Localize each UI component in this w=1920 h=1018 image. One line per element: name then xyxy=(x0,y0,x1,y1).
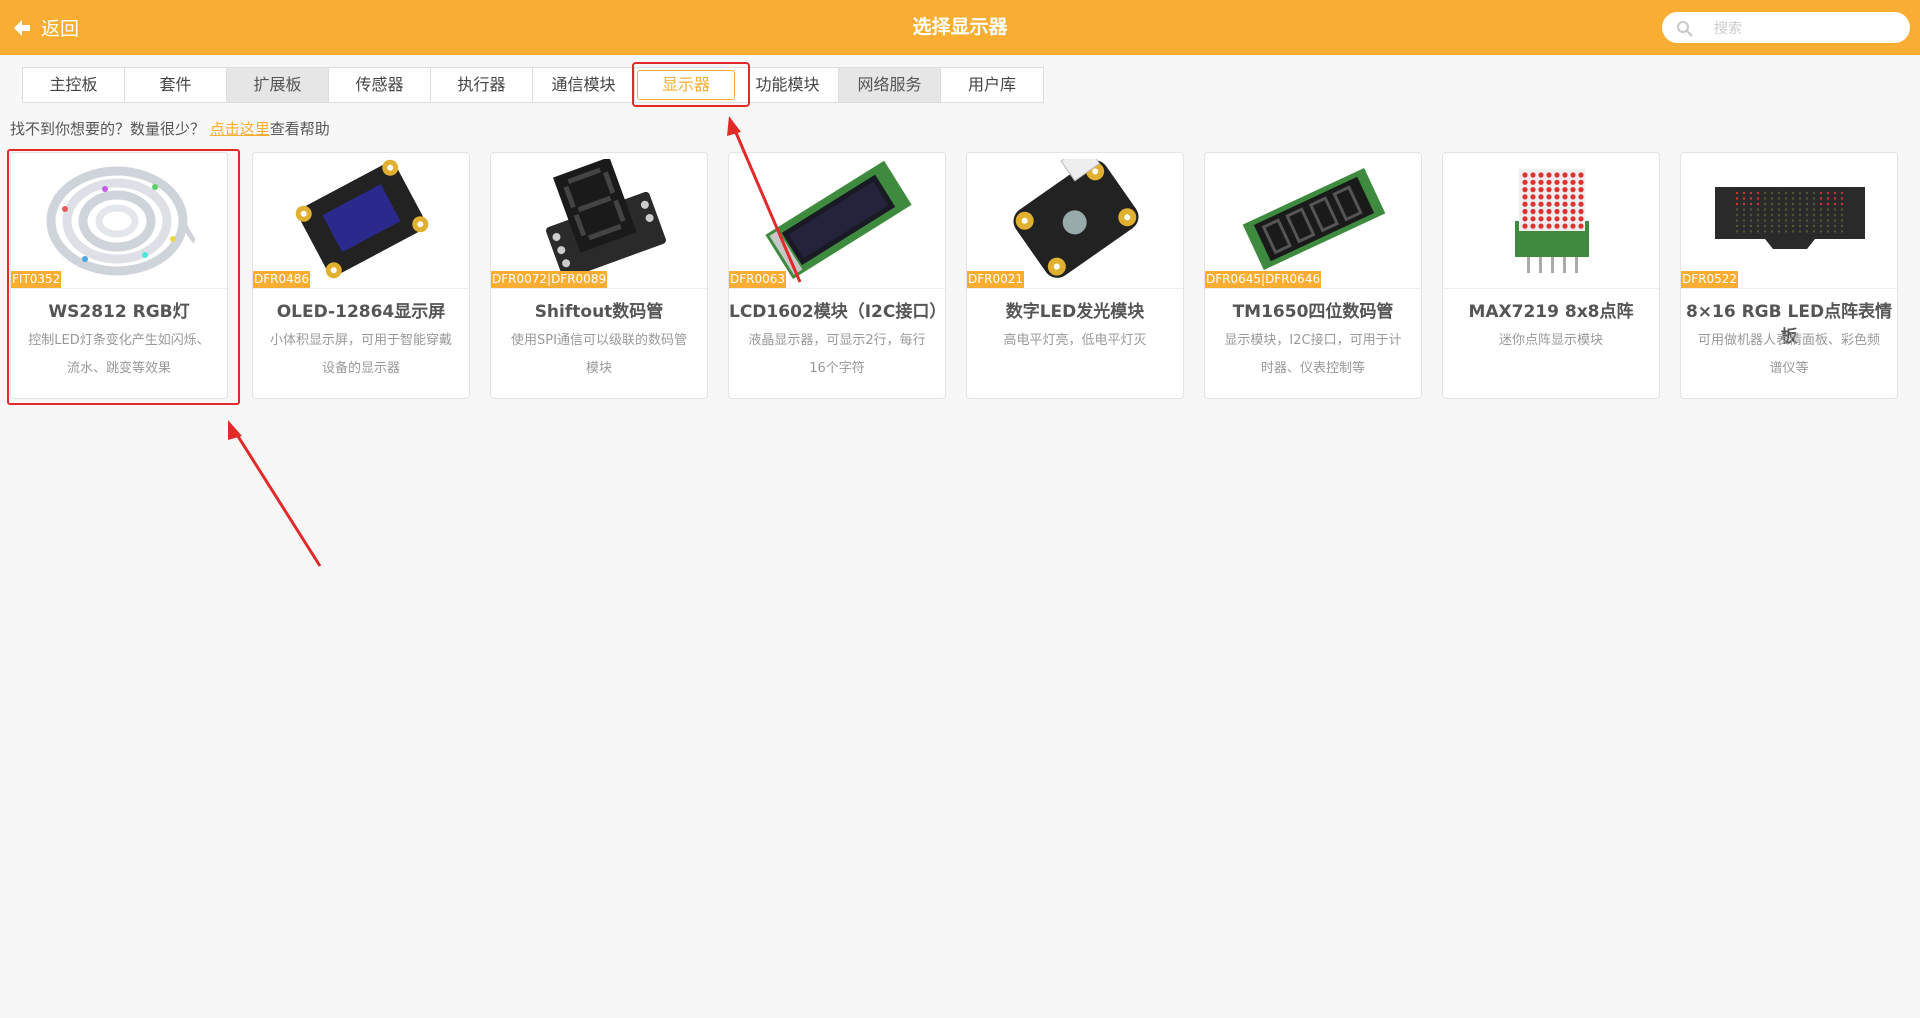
help-text: 找不到你想要的？数量很少？ 点击这里查看帮助 xyxy=(10,118,330,139)
card-title: Shiftout数码管 xyxy=(534,302,664,322)
tab-displays[interactable]: 显示器 xyxy=(637,70,735,100)
tab-main-board[interactable]: 主控板 xyxy=(23,68,125,102)
product-card-lcd1602[interactable]: DFR0063 LCD1602模块（I2C接口） 液晶显示器，可显示2行，每行1… xyxy=(728,152,946,399)
product-card-digital-led[interactable]: DFR0021 数字LED发光模块 高电平灯亮，低电平灯灭 xyxy=(966,152,1184,399)
tab-expansion-board[interactable]: 扩展板 xyxy=(227,68,329,102)
product-image: FIT0352 xyxy=(11,153,227,289)
sku-badge: FIT0352 xyxy=(11,271,62,288)
product-card-shiftout[interactable]: DFR0072|DFR0089 Shiftout数码管 使用SPI通信可以级联的… xyxy=(490,152,708,399)
help-suffix: 查看帮助 xyxy=(269,120,330,138)
search-box[interactable] xyxy=(1662,12,1910,45)
product-image xyxy=(1443,153,1659,289)
product-image: DFR0021 xyxy=(967,153,1183,289)
tab-network-services[interactable]: 网络服务 xyxy=(839,68,941,102)
card-description: 小体积显示屏，可用于智能穿戴设备的显示器 xyxy=(269,333,452,376)
card-title: 数字LED发光模块 xyxy=(1005,302,1145,322)
product-card-max7219[interactable]: MAX7219 8x8点阵 迷你点阵显示模块 xyxy=(1442,152,1660,399)
tab-communication[interactable]: 通信模块 xyxy=(533,68,635,102)
search-input[interactable] xyxy=(1712,12,1901,45)
card-description: 控制LED灯条变化产生如闪烁、流水、跳变等效果 xyxy=(28,333,210,376)
card-description: 液晶显示器，可显示2行，每行16个字符 xyxy=(748,333,926,376)
tab-user-library[interactable]: 用户库 xyxy=(941,68,1043,102)
card-title: MAX7219 8x8点阵 xyxy=(1468,302,1634,322)
product-card-rgb-matrix[interactable]: DFR0522 8×16 RGB LED点阵表情板 可用做机器人表情面板、彩色频… xyxy=(1680,152,1898,399)
product-image: DFR0063 xyxy=(729,153,945,289)
card-description: 显示模块，I2C接口，可用于计时器、仪表控制等 xyxy=(1224,333,1402,376)
sku-badge: DFR0063 xyxy=(729,271,787,288)
card-description: 迷你点阵显示模块 xyxy=(1498,333,1603,348)
page-title: 选择显示器 xyxy=(912,16,1008,38)
arrow-head-icon xyxy=(727,116,741,136)
category-tabs: 主控板 套件 扩展板 传感器 执行器 通信模块 显示器 功能模块 网络服务 用户… xyxy=(22,67,1044,103)
product-image: DFR0645|DFR0646 xyxy=(1205,153,1421,289)
four-digit-display-icon xyxy=(1242,168,1386,270)
oled-module-icon xyxy=(295,159,429,279)
sku-badge: DFR0645|DFR0646 xyxy=(1205,271,1322,288)
card-title: TM1650四位数码管 xyxy=(1232,302,1394,322)
product-card-tm1650[interactable]: DFR0645|DFR0646 TM1650四位数码管 显示模块，I2C接口，可… xyxy=(1204,152,1422,399)
product-image: DFR0522 xyxy=(1681,153,1897,289)
product-card-ws2812[interactable]: FIT0352 WS2812 RGB灯 控制LED灯条变化产生如闪烁、流水、跳变… xyxy=(10,152,228,399)
arrow-head-icon xyxy=(228,420,242,440)
product-image: DFR0486 xyxy=(253,153,469,289)
led-matrix-panel-icon xyxy=(1715,187,1865,249)
seven-segment-icon xyxy=(546,159,666,279)
tab-function-modules[interactable]: 功能模块 xyxy=(737,68,839,102)
product-card-oled[interactable]: DFR0486 OLED-12864显示屏 小体积显示屏，可用于智能穿戴设备的显… xyxy=(252,152,470,399)
help-link[interactable]: 点击这里 xyxy=(210,120,270,138)
led-strip-icon xyxy=(46,166,195,276)
tab-sensors[interactable]: 传感器 xyxy=(329,68,431,102)
card-description: 可用做机器人表情面板、彩色频谱仪等 xyxy=(1697,333,1880,376)
lcd1602-icon xyxy=(765,160,912,279)
card-description: 高电平灯亮，低电平灯灭 xyxy=(1003,333,1147,348)
product-image: DFR0072|DFR0089 xyxy=(491,153,707,289)
sku-badge: DFR0522 xyxy=(1681,271,1739,288)
dot-matrix-icon xyxy=(1515,169,1589,273)
sku-badge: DFR0486 xyxy=(253,271,311,288)
app-header: 返回 选择显示器 xyxy=(0,0,1920,55)
search-icon xyxy=(1677,21,1693,37)
sku-badge: DFR0021 xyxy=(967,271,1025,288)
card-description: 使用SPI通信可以级联的数码管模块 xyxy=(511,333,687,376)
sku-badge: DFR0072|DFR0089 xyxy=(491,271,608,288)
card-title: LCD1602模块（I2C接口） xyxy=(729,302,946,322)
led-module-icon xyxy=(1013,159,1139,278)
tab-actuators[interactable]: 执行器 xyxy=(431,68,533,102)
help-prefix: 找不到你想要的？数量很少？ xyxy=(10,120,210,138)
card-title: OLED-12864显示屏 xyxy=(276,302,446,322)
tab-kits[interactable]: 套件 xyxy=(125,68,227,102)
card-title: WS2812 RGB灯 xyxy=(48,302,190,322)
